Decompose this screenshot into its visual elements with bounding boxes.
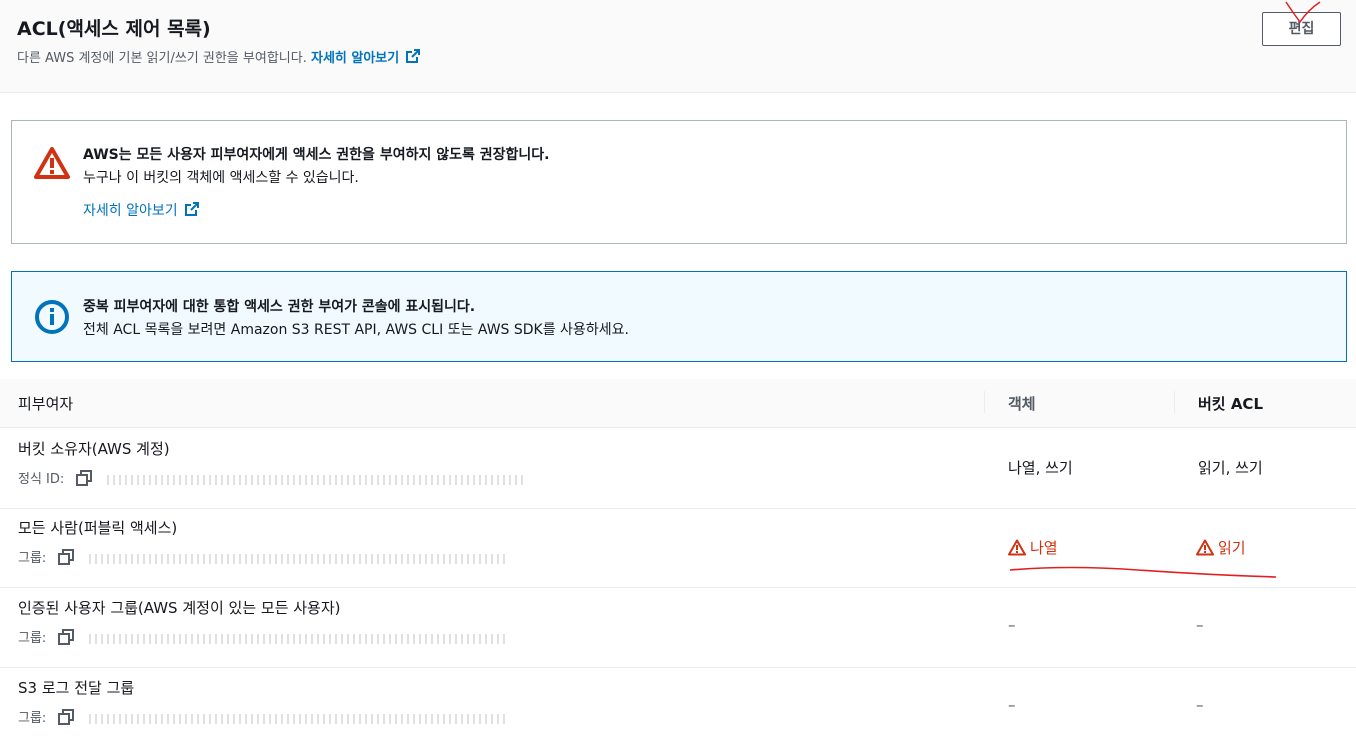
table-row: 버킷 소유자(AWS 계정) 정식 ID: 나열, 쓰기 읽기, 쓰기 — [0, 428, 1356, 509]
warning-learn-more-link[interactable]: 자세히 알아보기 — [83, 200, 200, 221]
learn-more-link[interactable]: 자세히 알아보기 — [310, 48, 421, 68]
grantee-id-label: 그룹: — [18, 631, 47, 646]
learn-more-label: 자세히 알아보기 — [310, 51, 400, 66]
external-link-icon — [184, 201, 200, 221]
objects-permission: 나열 — [1030, 539, 1058, 557]
bucket-acl-permission: – — [1196, 616, 1204, 634]
table-row: S3 로그 전달 그룹 그룹: – – — [0, 667, 1356, 747]
column-grantee: 피부여자 — [18, 395, 74, 413]
annotation-underline — [1009, 566, 1277, 578]
grantee-name: S3 로그 전달 그룹 — [18, 679, 135, 697]
grantee-id: 정식 ID: — [18, 468, 527, 490]
bucket-acl-permission: – — [1196, 696, 1204, 714]
grantee-name: 모든 사람(퍼블릭 액세스) — [18, 519, 178, 537]
grantee-id: 그룹: — [18, 547, 509, 569]
objects-permission: 나열, 쓰기 — [1008, 459, 1073, 477]
grantee-id: 그룹: — [18, 627, 509, 649]
redacted-id — [88, 553, 509, 564]
copy-icon[interactable] — [58, 549, 75, 569]
grantee-name: 버킷 소유자(AWS 계정) — [18, 440, 170, 458]
column-divider — [1174, 391, 1175, 413]
copy-icon[interactable] — [76, 470, 93, 490]
warning-title: AWS는 모든 사용자 피부여자에게 액세스 권한을 부여하지 않도록 권장합니… — [83, 147, 550, 163]
warning-alert: AWS는 모든 사용자 피부여자에게 액세스 권한을 부여하지 않도록 권장합니… — [11, 120, 1347, 244]
description-text: 다른 AWS 계정에 기본 읽기/쓰기 권한을 부여합니다. — [17, 51, 307, 66]
table-row: 인증된 사용자 그룹(AWS 계정이 있는 모든 사용자) 그룹: – – — [0, 587, 1356, 668]
warning-triangle-icon — [34, 146, 70, 184]
external-link-icon — [405, 48, 421, 68]
copy-icon[interactable] — [58, 629, 75, 649]
objects-permission: – — [1008, 616, 1016, 634]
info-alert: 중복 피부여자에 대한 통합 액세스 권한 부여가 콘솔에 표시됩니다. 전체 … — [11, 271, 1347, 362]
acl-panel-header: ACL(액세스 제어 목록) 다른 AWS 계정에 기본 읽기/쓰기 권한을 부… — [0, 0, 1356, 93]
info-title: 중복 피부여자에 대한 통합 액세스 권한 부여가 콘솔에 표시됩니다. — [83, 299, 476, 315]
bucket-acl-permission: 읽기, 쓰기 — [1198, 459, 1263, 477]
objects-permission-warning: 나열 — [1008, 537, 1058, 558]
warning-text: 누구나 이 버킷의 객체에 액세스할 수 있습니다. — [83, 170, 359, 186]
redacted-id — [88, 633, 509, 644]
grantee-id-label: 그룹: — [18, 711, 47, 726]
grantee-id: 그룹: — [18, 707, 509, 729]
copy-icon[interactable] — [58, 709, 75, 729]
table-header: 피부여자 객체 버킷 ACL — [0, 379, 1356, 428]
column-bucket-acl: 버킷 ACL — [1198, 395, 1263, 413]
grantee-id-label: 정식 ID: — [18, 472, 65, 487]
warning-triangle-icon — [1196, 539, 1218, 557]
column-divider — [984, 391, 985, 413]
warning-learn-more-label: 자세히 알아보기 — [83, 203, 178, 219]
grantee-id-label: 그룹: — [18, 551, 47, 566]
column-objects: 객체 — [1008, 395, 1036, 413]
info-text: 전체 ACL 목록을 보려면 Amazon S3 REST API, AWS C… — [83, 322, 629, 338]
annotation-checkmark — [1285, 1, 1321, 24]
bucket-acl-permission: 읽기 — [1218, 539, 1246, 557]
objects-permission: – — [1008, 696, 1016, 714]
redacted-id — [106, 474, 527, 485]
grantee-name: 인증된 사용자 그룹(AWS 계정이 있는 모든 사용자) — [18, 599, 341, 617]
redacted-id — [88, 713, 509, 724]
warning-triangle-icon — [1008, 539, 1030, 557]
page-title: ACL(액세스 제어 목록) — [17, 18, 211, 40]
info-circle-icon — [34, 299, 70, 339]
header-description: 다른 AWS 계정에 기본 읽기/쓰기 권한을 부여합니다. 자세히 알아보기 — [17, 47, 421, 68]
bucket-acl-permission-warning: 읽기 — [1196, 537, 1246, 558]
